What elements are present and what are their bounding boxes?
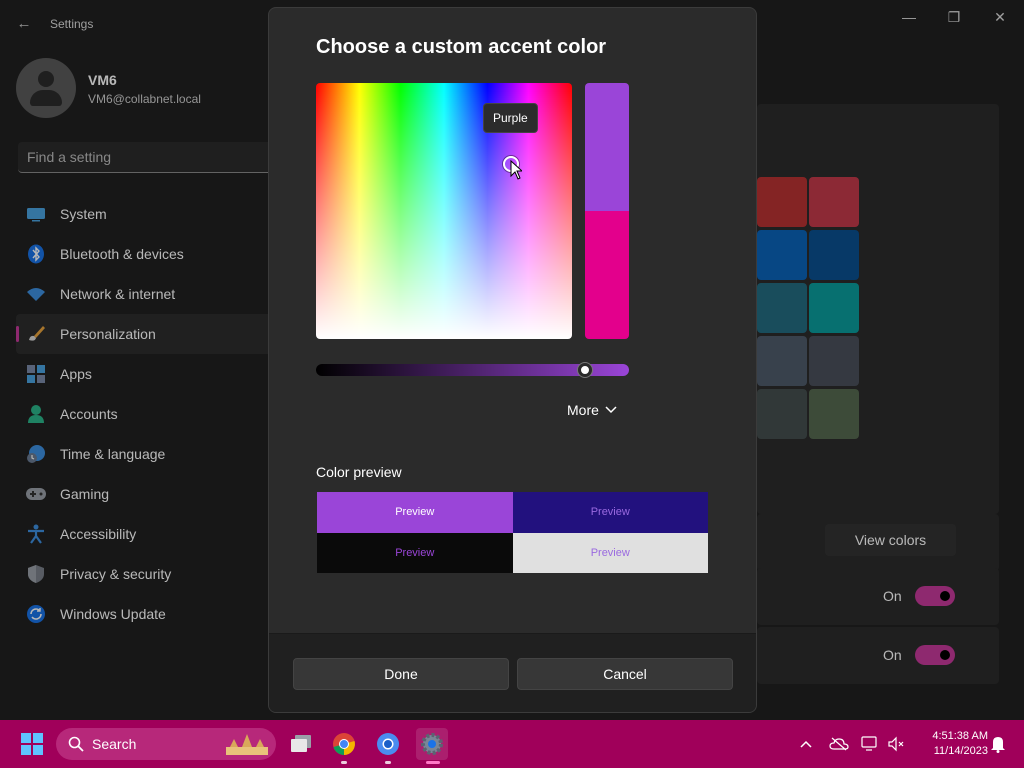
- mouse-cursor-icon: [510, 160, 522, 180]
- taskbar: Search 4:51:38 AM 11/14/2023: [0, 720, 1024, 768]
- new-color-swatch: [585, 83, 629, 211]
- color-preview-heading: Color preview: [316, 464, 402, 480]
- done-button[interactable]: Done: [293, 658, 509, 690]
- start-button[interactable]: [16, 728, 48, 760]
- chevron-up-icon: [800, 740, 812, 748]
- search-highlight-icon: [226, 734, 268, 755]
- preview-dark-accent-cell: Preview: [512, 492, 708, 533]
- custom-accent-color-dialog: Choose a custom accent color Purple More…: [268, 7, 757, 713]
- color-preview-grid: Preview Preview Preview Preview: [317, 492, 708, 573]
- windows-logo-icon: [21, 733, 43, 755]
- more-label: More: [567, 402, 599, 418]
- taskbar-clock[interactable]: 4:51:38 AM 11/14/2023: [912, 729, 988, 759]
- preview-accent-cell: Preview: [317, 492, 513, 533]
- dialog-title: Choose a custom accent color: [316, 36, 607, 58]
- volume-tray-button[interactable]: [884, 728, 908, 760]
- bell-icon: [991, 737, 1005, 753]
- current-color-swatch: [585, 211, 629, 339]
- chrome-taskbar-button[interactable]: [328, 728, 360, 764]
- dialog-footer: Done Cancel: [269, 633, 756, 712]
- tray-overflow-button[interactable]: [794, 728, 818, 760]
- more-button[interactable]: More: [567, 398, 617, 422]
- chrome-icon: [333, 733, 355, 755]
- preview-black-cell: Preview: [317, 532, 513, 573]
- chrome-profile-taskbar-button[interactable]: [372, 728, 404, 764]
- network-tray-button[interactable]: [858, 728, 882, 760]
- search-icon: [68, 736, 84, 752]
- settings-taskbar-button[interactable]: [416, 728, 448, 764]
- onedrive-tray-button[interactable]: [827, 728, 851, 760]
- clock-time: 4:51:38 AM: [932, 730, 988, 742]
- volume-muted-icon: [888, 736, 904, 752]
- cancel-button[interactable]: Cancel: [517, 658, 733, 690]
- clock-date: 11/14/2023: [933, 745, 988, 757]
- cloud-off-icon: [829, 737, 849, 751]
- task-view-icon: [291, 735, 311, 752]
- color-name-tooltip: Purple: [483, 103, 538, 133]
- taskbar-search-box[interactable]: Search: [56, 728, 276, 760]
- chevron-down-icon: [605, 406, 617, 414]
- network-icon: [861, 736, 877, 751]
- preview-light-cell: Preview: [512, 532, 708, 573]
- gear-icon: [421, 733, 443, 755]
- notifications-button[interactable]: [986, 728, 1010, 760]
- task-view-button[interactable]: [285, 728, 317, 760]
- taskbar-search-label: Search: [92, 736, 137, 752]
- chrome-blue-icon: [377, 733, 399, 755]
